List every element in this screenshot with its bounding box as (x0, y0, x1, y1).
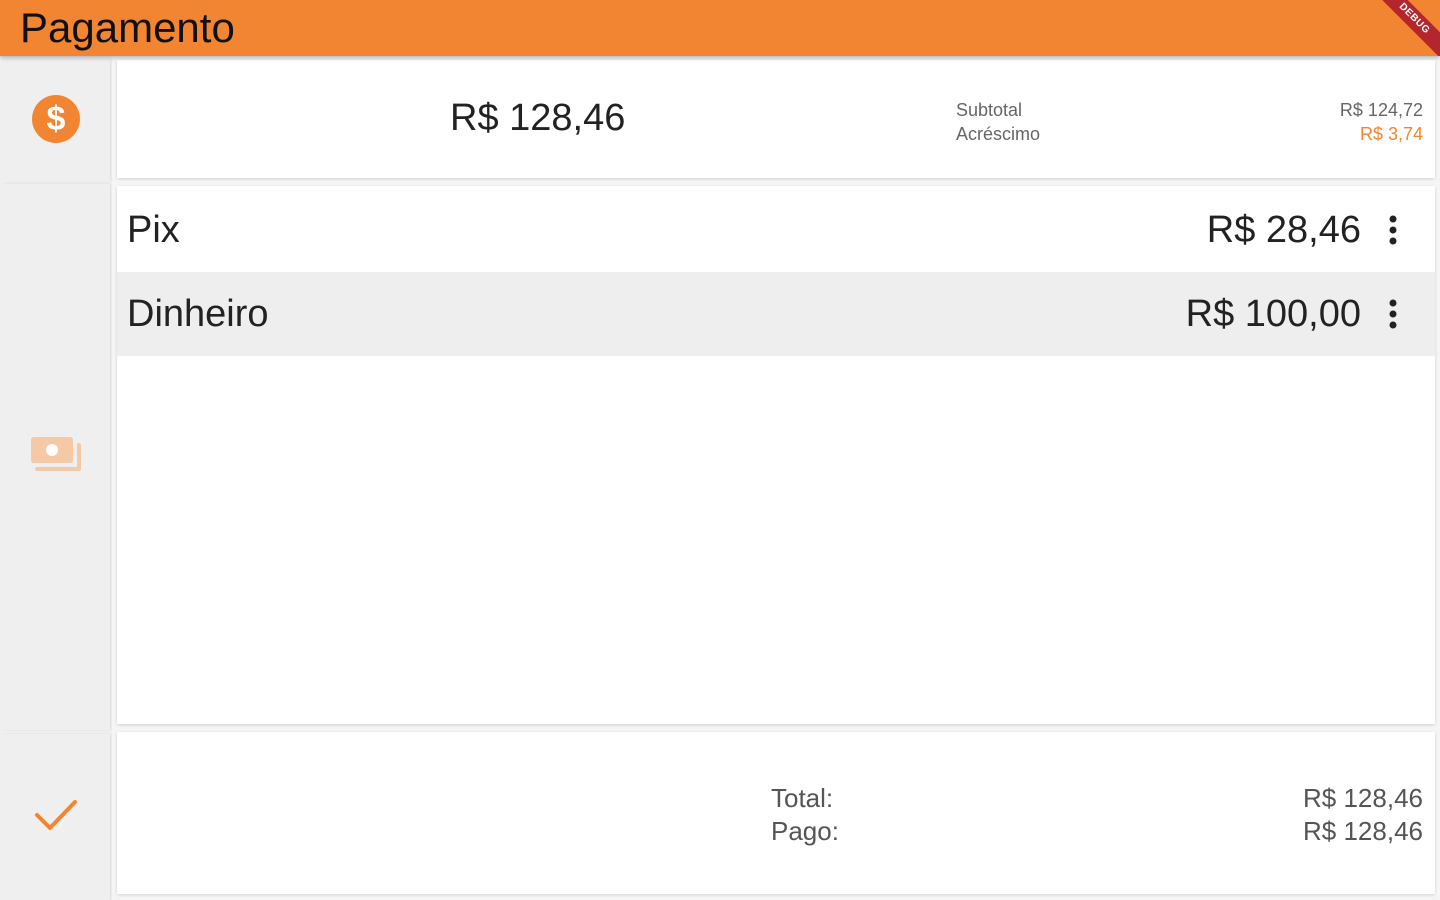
total-label: Total: (771, 783, 834, 813)
payment-row-dinheiro[interactable]: Dinheiro R$ 100,00 (117, 272, 1435, 356)
totals-values: R$ 128,46 R$ 128,46 (1303, 782, 1423, 848)
app-bar: Pagamento DEBUG (0, 0, 1440, 56)
payment-row-pix[interactable]: Pix R$ 28,46 (117, 188, 1435, 272)
paid-value: R$ 128,46 (1303, 816, 1423, 846)
cash-payment-icon (29, 435, 83, 480)
sidebar-confirm-button[interactable] (2, 734, 110, 900)
sidebar: $ (0, 56, 112, 900)
sidebar-payment-summary-button[interactable]: $ (2, 60, 110, 182)
payment-summary-card: R$ 128,46 Subtotal Acréscimo R$ 124,72 R… (117, 60, 1435, 178)
summary-values: R$ 124,72 R$ 3,74 (1340, 98, 1423, 146)
order-total: R$ 128,46 (450, 97, 626, 139)
payment-amount: R$ 100,00 (1185, 293, 1361, 335)
summary-labels: Subtotal Acréscimo (956, 98, 1040, 146)
payment-method-name: Pix (127, 209, 180, 251)
svg-text:$: $ (47, 100, 66, 138)
debug-banner: DEBUG (1365, 0, 1440, 56)
surcharge-label: Acréscimo (956, 124, 1041, 144)
check-icon (34, 797, 78, 838)
surcharge-value: R$ 3,74 (1359, 124, 1423, 144)
sidebar-payment-methods-button[interactable] (2, 184, 110, 730)
totals-labels: Total: Pago: (771, 782, 839, 848)
page-title: Pagamento (20, 4, 235, 51)
subtotal-value: R$ 124,72 (1339, 100, 1423, 120)
payment-amount: R$ 28,46 (1206, 209, 1361, 251)
more-vertical-icon[interactable] (1375, 212, 1411, 248)
totals-card: Total: Pago: R$ 128,46 R$ 128,46 (117, 732, 1435, 894)
paid-label: Pago: (771, 816, 839, 846)
payment-list: Pix R$ 28,46 Dinheiro R$ 100,00 (117, 186, 1435, 724)
total-value: R$ 128,46 (1303, 783, 1423, 813)
payment-method-name: Dinheiro (127, 293, 269, 335)
subtotal-label: Subtotal (956, 100, 1023, 120)
more-vertical-icon[interactable] (1375, 296, 1411, 332)
dollar-circle-icon: $ (31, 94, 81, 149)
